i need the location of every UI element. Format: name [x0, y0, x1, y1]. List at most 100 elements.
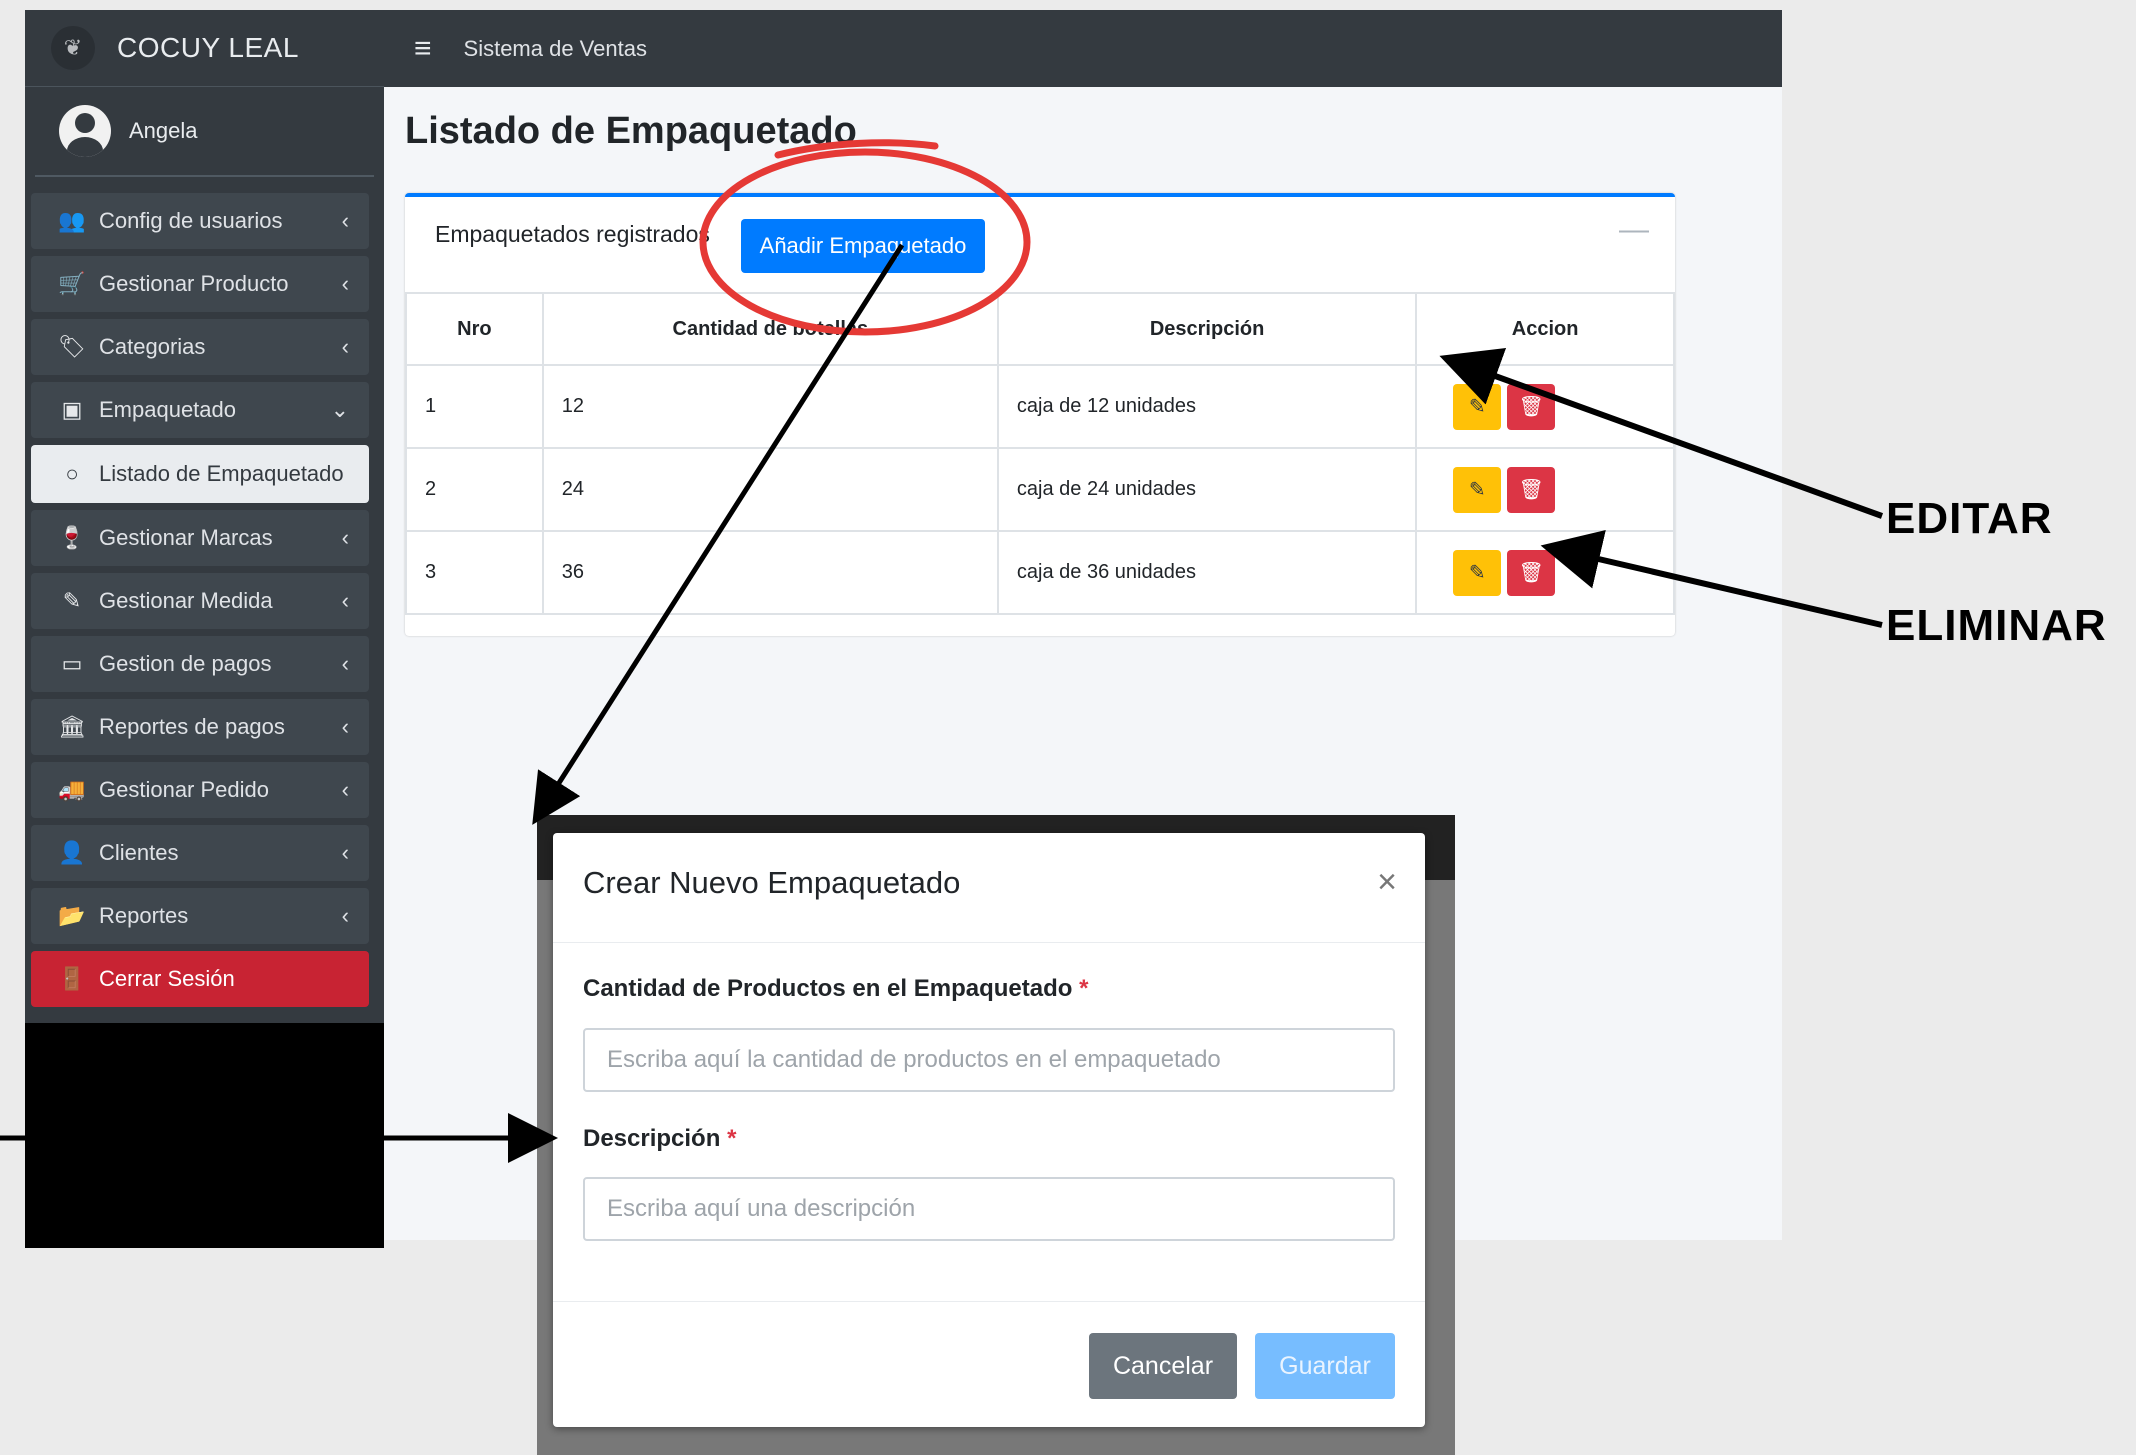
- trash-icon: 🗑: [1518, 396, 1544, 418]
- sidebar-item-gestionar-medida[interactable]: ✎ Gestionar Medida ‹: [31, 573, 369, 629]
- users-icon: 👥: [58, 208, 86, 233]
- folder-icon: 📂: [58, 903, 86, 928]
- cell-descripcion: caja de 12 unidades: [996, 364, 1418, 449]
- add-empaquetado-button[interactable]: Añadir Empaquetado: [741, 219, 985, 273]
- save-button[interactable]: Guardar: [1255, 1333, 1395, 1399]
- modal-header: Crear Nuevo Empaquetado ×: [553, 833, 1425, 943]
- sidebar-item-label: Gestionar Producto: [99, 271, 289, 296]
- wine-icon: 🍷: [58, 525, 86, 550]
- empaquetados-card: Empaquetados registrados Añadir Empaquet…: [405, 193, 1675, 636]
- circle-icon: ○: [65, 461, 79, 486]
- leaf-logo-icon: ❦: [51, 26, 95, 70]
- edit-icon: ✎: [1468, 479, 1486, 501]
- sidebar-item-gestion-pagos[interactable]: ▭ Gestion de pagos ‹: [31, 636, 369, 692]
- sidebar-item-label: Reportes: [99, 903, 189, 928]
- edit-icon: ✎: [1468, 562, 1486, 584]
- edit-icon: ✎: [1468, 396, 1486, 418]
- truck-icon: 🚚: [58, 777, 86, 802]
- top-navbar: ≡ Sistema de Ventas: [384, 10, 1782, 87]
- cell-descripcion: caja de 36 unidades: [996, 530, 1418, 615]
- tags-icon: 🏷: [58, 334, 86, 359]
- bank-icon: 🏛: [58, 714, 86, 739]
- sidebar-item-reportes[interactable]: 📂 Reportes ‹: [31, 888, 369, 944]
- sidebar-item-listado-empaquetado[interactable]: ○ Listado de Empaquetado: [31, 445, 369, 503]
- sidebar-item-label: Gestion de pagos: [99, 651, 272, 676]
- descripcion-label: Descripción *: [583, 1125, 736, 1153]
- sidebar-item-config-usuarios[interactable]: 👥 Config de usuarios ‹: [31, 193, 369, 249]
- sidebar-item-clientes[interactable]: 👤 Clientes ‹: [31, 825, 369, 881]
- required-mark: *: [1079, 975, 1089, 1002]
- sidebar-item-empaquetado[interactable]: ▣ Empaquetado ⌄: [31, 382, 369, 438]
- modal-title: Crear Nuevo Empaquetado: [583, 865, 961, 900]
- card-header: Empaquetados registrados Añadir Empaquet…: [405, 197, 1675, 292]
- sidebar-item-cerrar-sesion[interactable]: 🚪 Cerrar Sesión: [31, 951, 369, 1007]
- cart-icon: 🛒: [58, 271, 86, 296]
- cantidad-input[interactable]: Escriba aquí la cantidad de productos en…: [583, 1028, 1395, 1092]
- collapse-icon[interactable]: —: [1619, 213, 1649, 247]
- table-row: 1 12 caja de 12 unidades ✎ 🗑: [405, 364, 1675, 449]
- eyedropper-icon: ✎: [62, 588, 82, 613]
- sidebar-item-gestionar-producto[interactable]: 🛒 Gestionar Producto ‹: [31, 256, 369, 312]
- required-mark: *: [727, 1125, 737, 1152]
- topbar-title[interactable]: Sistema de Ventas: [464, 36, 647, 62]
- sidebar-item-label: Empaquetado: [99, 397, 236, 422]
- chevron-left-icon: ‹: [341, 903, 349, 928]
- cell-nro: 2: [405, 447, 544, 532]
- cell-actions: ✎ 🗑: [1415, 364, 1675, 449]
- trash-icon: 🗑: [1518, 562, 1544, 584]
- cell-cantidad: 36: [541, 530, 999, 615]
- delete-button[interactable]: 🗑: [1507, 549, 1556, 596]
- annotation-eliminar: ELIMINAR: [1886, 601, 2107, 650]
- sidebar-item-reportes-pagos[interactable]: 🏛 Reportes de pagos ‹: [31, 699, 369, 755]
- cantidad-label: Cantidad de Productos en el Empaquetado …: [583, 975, 1088, 1003]
- delete-button[interactable]: 🗑: [1507, 383, 1556, 430]
- header-cantidad: Cantidad de botellas: [541, 292, 999, 366]
- brand-name: COCUY LEAL: [117, 32, 299, 63]
- delete-button[interactable]: 🗑: [1507, 466, 1556, 513]
- header-accion: Accion: [1415, 292, 1675, 366]
- cancel-button[interactable]: Cancelar: [1089, 1333, 1237, 1399]
- chevron-left-icon: ‹: [341, 525, 349, 550]
- descripcion-label-text: Descripción: [583, 1125, 721, 1152]
- chevron-left-icon: ‹: [341, 777, 349, 802]
- door-icon: 🚪: [58, 966, 86, 991]
- box-icon: ▣: [61, 397, 83, 422]
- card-title: Empaquetados registrados: [435, 221, 710, 247]
- cell-cantidad: 24: [541, 447, 999, 532]
- edit-button[interactable]: ✎: [1453, 383, 1502, 430]
- sidebar-item-label: Cerrar Sesión: [99, 966, 235, 991]
- descripcion-input[interactable]: Escriba aquí una descripción: [583, 1177, 1395, 1241]
- sidebar-item-label: Gestionar Medida: [99, 588, 273, 613]
- chevron-left-icon: ‹: [341, 334, 349, 359]
- edit-button[interactable]: ✎: [1453, 466, 1502, 513]
- sidebar-item-gestionar-pedido[interactable]: 🚚 Gestionar Pedido ‹: [31, 762, 369, 818]
- table-row: 3 36 caja de 36 unidades ✎ 🗑: [405, 530, 1675, 615]
- close-icon[interactable]: ×: [1377, 863, 1397, 902]
- trash-icon: 🗑: [1518, 479, 1544, 501]
- cell-actions: ✎ 🗑: [1415, 530, 1675, 615]
- annotation-editar: EDITAR: [1886, 494, 2053, 543]
- edit-button[interactable]: ✎: [1453, 549, 1502, 596]
- sidebar-nav: 👥 Config de usuarios ‹ 🛒 Gestionar Produ…: [25, 193, 384, 1007]
- sidebar-item-label: Categorias: [99, 334, 206, 359]
- sidebar-item-categorias[interactable]: 🏷 Categorias ‹: [31, 319, 369, 375]
- header-descripcion: Descripción: [996, 292, 1418, 366]
- modal-footer: Cancelar Guardar: [553, 1301, 1425, 1427]
- sidebar-item-label: Reportes de pagos: [99, 714, 285, 739]
- sidebar-item-label: Gestionar Pedido: [99, 777, 269, 802]
- sidebar-item-label: Clientes: [99, 840, 179, 865]
- user-panel[interactable]: Angela: [35, 87, 374, 177]
- hamburger-menu-icon[interactable]: ≡: [414, 32, 432, 66]
- cell-nro: 3: [405, 530, 544, 615]
- cell-nro: 1: [405, 364, 544, 449]
- brand[interactable]: ❦ COCUY LEAL: [25, 10, 384, 87]
- user-avatar-icon: [59, 105, 111, 157]
- table-header-row: Nro Cantidad de botellas Descripción Acc…: [405, 292, 1675, 366]
- chevron-left-icon: ‹: [341, 588, 349, 613]
- cell-cantidad: 12: [541, 364, 999, 449]
- cell-actions: ✎ 🗑: [1415, 447, 1675, 532]
- chevron-left-icon: ‹: [341, 714, 349, 739]
- chevron-left-icon: ‹: [341, 208, 349, 233]
- table-row: 2 24 caja de 24 unidades ✎ 🗑: [405, 447, 1675, 532]
- sidebar-item-gestionar-marcas[interactable]: 🍷 Gestionar Marcas ‹: [31, 510, 369, 566]
